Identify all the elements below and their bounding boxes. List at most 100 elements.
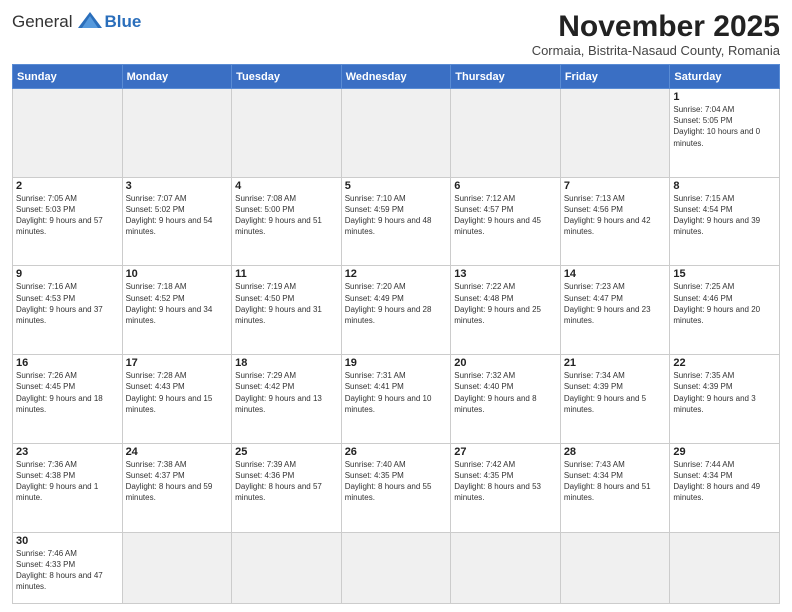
subtitle: Cormaia, Bistrita-Nasaud County, Romania (532, 43, 780, 58)
table-row: 27Sunrise: 7:42 AM Sunset: 4:35 PM Dayli… (451, 443, 561, 532)
day-number: 11 (235, 268, 338, 280)
day-number: 6 (454, 180, 557, 192)
table-row (13, 89, 123, 178)
day-info: Sunrise: 7:39 AM Sunset: 4:36 PM Dayligh… (235, 459, 338, 504)
table-row: 6Sunrise: 7:12 AM Sunset: 4:57 PM Daylig… (451, 177, 561, 266)
table-row: 14Sunrise: 7:23 AM Sunset: 4:47 PM Dayli… (560, 266, 670, 355)
table-row: 29Sunrise: 7:44 AM Sunset: 4:34 PM Dayli… (670, 443, 780, 532)
day-number: 8 (673, 180, 776, 192)
day-number: 12 (345, 268, 448, 280)
day-number: 28 (564, 446, 667, 458)
day-info: Sunrise: 7:07 AM Sunset: 5:02 PM Dayligh… (126, 193, 229, 238)
day-number: 21 (564, 357, 667, 369)
table-row (232, 89, 342, 178)
header: General Blue November 2025 Cormaia, Bist… (12, 10, 780, 58)
th-wednesday: Wednesday (341, 65, 451, 89)
table-row: 13Sunrise: 7:22 AM Sunset: 4:48 PM Dayli… (451, 266, 561, 355)
day-number: 10 (126, 268, 229, 280)
day-number: 18 (235, 357, 338, 369)
table-row: 26Sunrise: 7:40 AM Sunset: 4:35 PM Dayli… (341, 443, 451, 532)
table-row (341, 532, 451, 603)
page: General Blue November 2025 Cormaia, Bist… (0, 0, 792, 612)
day-number: 1 (673, 91, 776, 103)
day-info: Sunrise: 7:18 AM Sunset: 4:52 PM Dayligh… (126, 281, 229, 326)
day-number: 22 (673, 357, 776, 369)
table-row: 20Sunrise: 7:32 AM Sunset: 4:40 PM Dayli… (451, 355, 561, 444)
table-row: 18Sunrise: 7:29 AM Sunset: 4:42 PM Dayli… (232, 355, 342, 444)
day-info: Sunrise: 7:29 AM Sunset: 4:42 PM Dayligh… (235, 370, 338, 415)
table-row: 11Sunrise: 7:19 AM Sunset: 4:50 PM Dayli… (232, 266, 342, 355)
table-row: 15Sunrise: 7:25 AM Sunset: 4:46 PM Dayli… (670, 266, 780, 355)
table-row: 7Sunrise: 7:13 AM Sunset: 4:56 PM Daylig… (560, 177, 670, 266)
day-info: Sunrise: 7:16 AM Sunset: 4:53 PM Dayligh… (16, 281, 119, 326)
day-number: 27 (454, 446, 557, 458)
day-info: Sunrise: 7:32 AM Sunset: 4:40 PM Dayligh… (454, 370, 557, 415)
th-tuesday: Tuesday (232, 65, 342, 89)
table-row: 23Sunrise: 7:36 AM Sunset: 4:38 PM Dayli… (13, 443, 123, 532)
th-monday: Monday (122, 65, 232, 89)
day-number: 4 (235, 180, 338, 192)
logo-icon (76, 10, 104, 32)
calendar-row-1: 1Sunrise: 7:04 AM Sunset: 5:05 PM Daylig… (13, 89, 780, 178)
day-info: Sunrise: 7:36 AM Sunset: 4:38 PM Dayligh… (16, 459, 119, 504)
th-friday: Friday (560, 65, 670, 89)
table-row: 9Sunrise: 7:16 AM Sunset: 4:53 PM Daylig… (13, 266, 123, 355)
table-row: 25Sunrise: 7:39 AM Sunset: 4:36 PM Dayli… (232, 443, 342, 532)
day-info: Sunrise: 7:25 AM Sunset: 4:46 PM Dayligh… (673, 281, 776, 326)
day-info: Sunrise: 7:34 AM Sunset: 4:39 PM Dayligh… (564, 370, 667, 415)
day-info: Sunrise: 7:38 AM Sunset: 4:37 PM Dayligh… (126, 459, 229, 504)
day-number: 26 (345, 446, 448, 458)
table-row (122, 532, 232, 603)
day-number: 20 (454, 357, 557, 369)
table-row: 4Sunrise: 7:08 AM Sunset: 5:00 PM Daylig… (232, 177, 342, 266)
th-sunday: Sunday (13, 65, 123, 89)
day-number: 29 (673, 446, 776, 458)
logo-blue-text: Blue (104, 13, 141, 30)
table-row: 12Sunrise: 7:20 AM Sunset: 4:49 PM Dayli… (341, 266, 451, 355)
calendar-row-3: 9Sunrise: 7:16 AM Sunset: 4:53 PM Daylig… (13, 266, 780, 355)
day-info: Sunrise: 7:13 AM Sunset: 4:56 PM Dayligh… (564, 193, 667, 238)
title-area: November 2025 Cormaia, Bistrita-Nasaud C… (532, 10, 780, 58)
logo-area: General Blue (12, 10, 141, 32)
day-info: Sunrise: 7:26 AM Sunset: 4:45 PM Dayligh… (16, 370, 119, 415)
table-row: 30Sunrise: 7:46 AM Sunset: 4:33 PM Dayli… (13, 532, 123, 603)
day-info: Sunrise: 7:20 AM Sunset: 4:49 PM Dayligh… (345, 281, 448, 326)
day-info: Sunrise: 7:08 AM Sunset: 5:00 PM Dayligh… (235, 193, 338, 238)
table-row: 21Sunrise: 7:34 AM Sunset: 4:39 PM Dayli… (560, 355, 670, 444)
table-row: 1Sunrise: 7:04 AM Sunset: 5:05 PM Daylig… (670, 89, 780, 178)
day-info: Sunrise: 7:15 AM Sunset: 4:54 PM Dayligh… (673, 193, 776, 238)
table-row: 16Sunrise: 7:26 AM Sunset: 4:45 PM Dayli… (13, 355, 123, 444)
day-info: Sunrise: 7:10 AM Sunset: 4:59 PM Dayligh… (345, 193, 448, 238)
day-info: Sunrise: 7:46 AM Sunset: 4:33 PM Dayligh… (16, 548, 119, 593)
table-row (670, 532, 780, 603)
th-saturday: Saturday (670, 65, 780, 89)
logo: General Blue (12, 10, 141, 32)
day-number: 25 (235, 446, 338, 458)
day-info: Sunrise: 7:31 AM Sunset: 4:41 PM Dayligh… (345, 370, 448, 415)
table-row (451, 532, 561, 603)
day-info: Sunrise: 7:40 AM Sunset: 4:35 PM Dayligh… (345, 459, 448, 504)
table-row: 22Sunrise: 7:35 AM Sunset: 4:39 PM Dayli… (670, 355, 780, 444)
table-row: 5Sunrise: 7:10 AM Sunset: 4:59 PM Daylig… (341, 177, 451, 266)
day-number: 2 (16, 180, 119, 192)
day-number: 30 (16, 535, 119, 547)
table-row (451, 89, 561, 178)
day-number: 23 (16, 446, 119, 458)
day-info: Sunrise: 7:04 AM Sunset: 5:05 PM Dayligh… (673, 104, 776, 149)
calendar-row-2: 2Sunrise: 7:05 AM Sunset: 5:03 PM Daylig… (13, 177, 780, 266)
day-info: Sunrise: 7:05 AM Sunset: 5:03 PM Dayligh… (16, 193, 119, 238)
calendar-table: Sunday Monday Tuesday Wednesday Thursday… (12, 64, 780, 604)
day-info: Sunrise: 7:43 AM Sunset: 4:34 PM Dayligh… (564, 459, 667, 504)
th-thursday: Thursday (451, 65, 561, 89)
day-info: Sunrise: 7:28 AM Sunset: 4:43 PM Dayligh… (126, 370, 229, 415)
day-number: 9 (16, 268, 119, 280)
table-row: 3Sunrise: 7:07 AM Sunset: 5:02 PM Daylig… (122, 177, 232, 266)
logo-general-text: General (12, 13, 72, 30)
day-info: Sunrise: 7:23 AM Sunset: 4:47 PM Dayligh… (564, 281, 667, 326)
table-row (560, 532, 670, 603)
day-number: 3 (126, 180, 229, 192)
table-row (122, 89, 232, 178)
day-number: 17 (126, 357, 229, 369)
table-row (232, 532, 342, 603)
day-number: 5 (345, 180, 448, 192)
